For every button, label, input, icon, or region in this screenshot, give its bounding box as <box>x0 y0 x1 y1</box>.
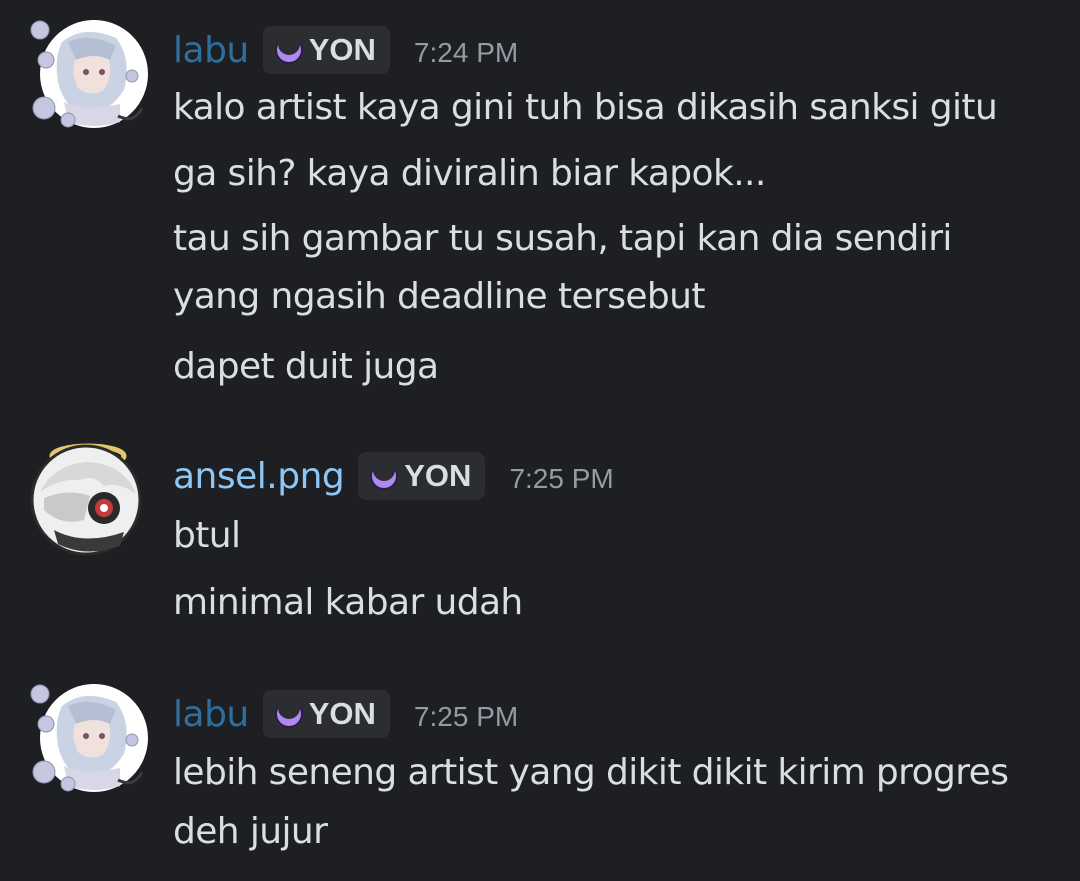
username[interactable]: labu <box>173 30 249 71</box>
avatar-image-labu <box>30 684 148 792</box>
server-tag-label: YON <box>308 32 376 67</box>
username[interactable]: ansel.png <box>173 456 345 497</box>
message-text: ga sih? kaya diviralin biar kapok... <box>173 153 766 194</box>
avatar-image-labu <box>30 20 148 128</box>
message-text: dapet duit juga <box>173 346 439 387</box>
avatar[interactable] <box>24 12 148 136</box>
message-text: tau sih gambar tu susah, tapi kan dia se… <box>173 218 952 259</box>
timestamp[interactable]: 7:25 PM <box>509 457 613 495</box>
message-text: lebih seneng artist yang dikit dikit kir… <box>173 752 1009 793</box>
username[interactable]: labu <box>173 694 249 735</box>
crescent-moon-icon <box>274 698 303 728</box>
message-text: deh jujur <box>173 811 328 852</box>
message-header: ansel.png YON 7:25 PM <box>173 451 614 501</box>
avatar[interactable] <box>24 676 148 800</box>
server-tag[interactable]: YON <box>262 26 390 74</box>
timestamp[interactable]: 7:25 PM <box>414 695 518 733</box>
message-text: yang ngasih deadline tersebut <box>173 276 706 317</box>
server-tag[interactable]: YON <box>262 690 390 738</box>
avatar-image-ansel <box>30 443 142 556</box>
server-tag-label: YON <box>404 458 472 493</box>
server-tag[interactable]: YON <box>358 452 486 500</box>
crescent-moon-icon <box>370 460 399 490</box>
message-header: labu YON 7:24 PM <box>173 25 518 75</box>
message-header: labu YON 7:25 PM <box>173 689 518 739</box>
message-text: minimal kabar udah <box>173 582 523 623</box>
server-tag-label: YON <box>308 696 376 731</box>
message-text: btul <box>173 515 241 556</box>
message-text: kalo artist kaya gini tuh bisa dikasih s… <box>173 87 998 128</box>
crescent-moon-icon <box>274 34 303 64</box>
timestamp[interactable]: 7:24 PM <box>414 31 518 69</box>
avatar[interactable] <box>24 434 148 558</box>
